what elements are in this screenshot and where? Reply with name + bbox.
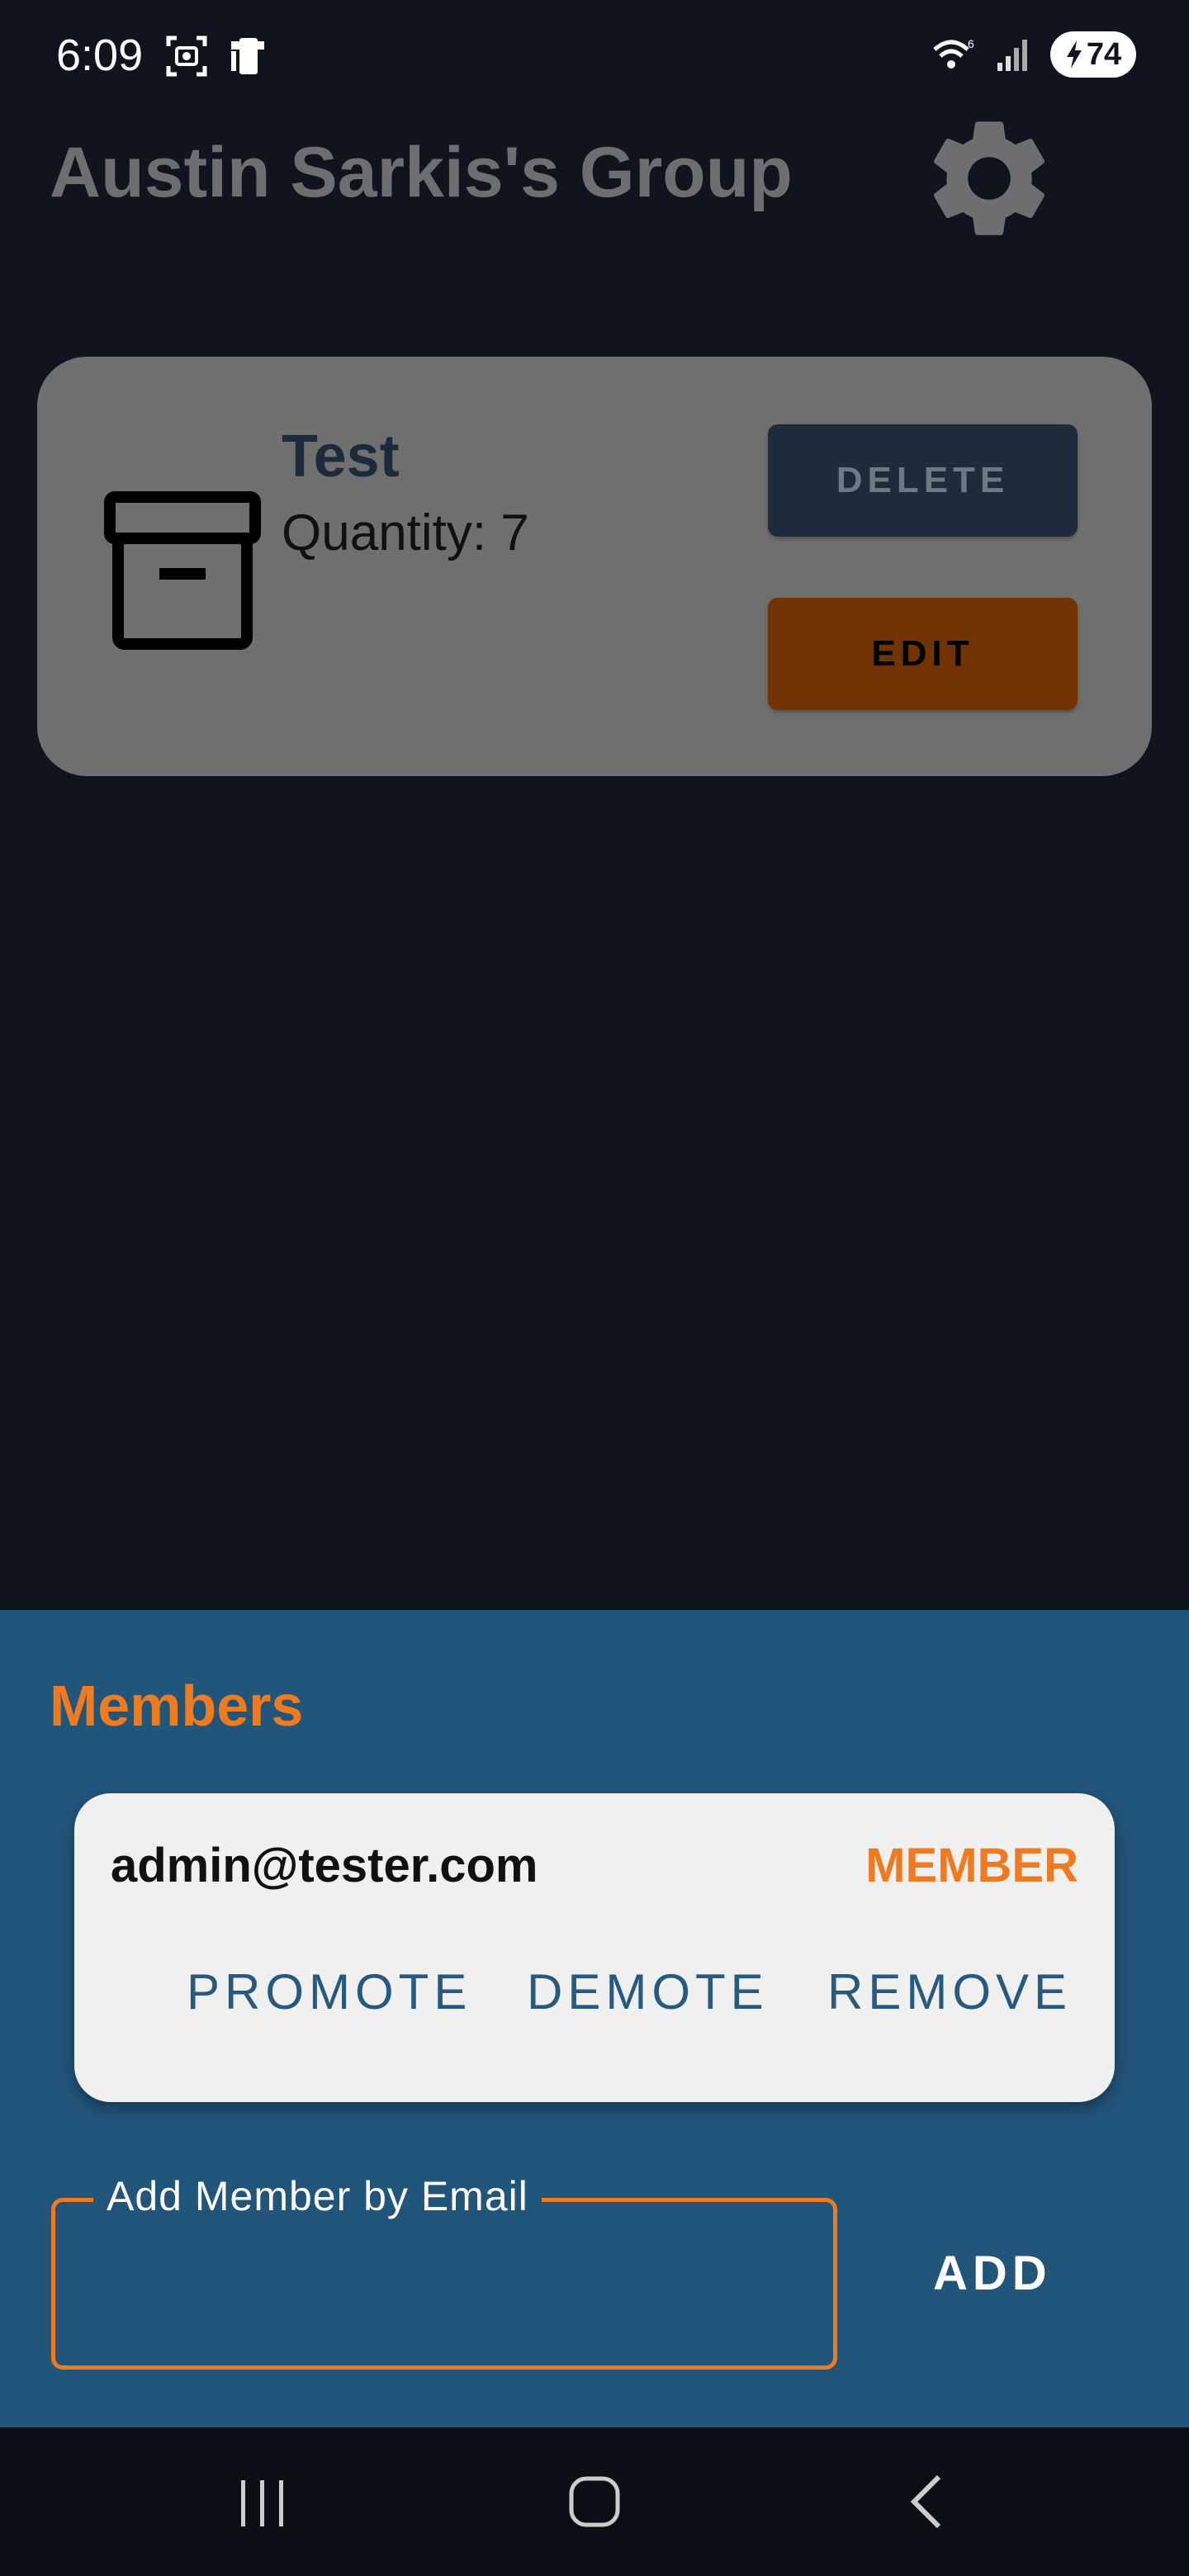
member-role-badge: MEMBER (865, 1839, 1078, 1892)
system-nav-bar (0, 2427, 1189, 2576)
screenshot-icon (166, 36, 207, 77)
status-bar: 6:09 6 74 (0, 0, 1189, 107)
add-member-button[interactable]: ADD (933, 2246, 1052, 2301)
add-member-email-field[interactable]: Add Member by Email (51, 2172, 837, 2370)
svg-text:6: 6 (968, 37, 974, 50)
member-card: admin@tester.com MEMBER PROMOTE DEMOTE R… (74, 1793, 1115, 2102)
remove-button[interactable]: REMOVE (827, 1963, 1072, 2020)
archive-box-icon (104, 491, 261, 650)
signal-icon (997, 40, 1027, 71)
back-icon[interactable] (888, 2460, 970, 2543)
item-quantity: Quantity: 7 (282, 504, 529, 561)
wifi-icon: 6 (933, 37, 974, 69)
battery-level: 74 (1086, 36, 1122, 72)
battery-icon: 74 (1050, 31, 1136, 78)
home-icon[interactable] (553, 2460, 636, 2543)
promote-button[interactable]: PROMOTE (187, 1963, 471, 2020)
settings-button[interactable] (918, 107, 1060, 249)
demote-button[interactable]: DEMOTE (527, 1963, 769, 2020)
members-title: Members (50, 1674, 304, 1738)
item-card: Test Quantity: 7 DELETE EDIT (37, 357, 1152, 776)
page-title: Austin Sarkis's Group (50, 133, 793, 212)
status-left-icons (165, 35, 268, 78)
recents-icon[interactable] (221, 2460, 304, 2543)
status-right-icons: 6 74 (931, 31, 1136, 78)
gear-icon (934, 121, 1045, 235)
edit-button[interactable]: EDIT (768, 598, 1078, 710)
charging-icon (1066, 40, 1082, 69)
member-email: admin@tester.com (111, 1839, 538, 1892)
add-member-email-label: Add Member by Email (93, 2172, 542, 2220)
status-time: 6:09 (56, 31, 144, 80)
delete-button[interactable]: DELETE (768, 424, 1078, 537)
item-name: Test (282, 424, 400, 490)
members-panel: Members admin@tester.com MEMBER PROMOTE … (0, 1610, 1189, 2427)
phone-icon (231, 38, 264, 74)
